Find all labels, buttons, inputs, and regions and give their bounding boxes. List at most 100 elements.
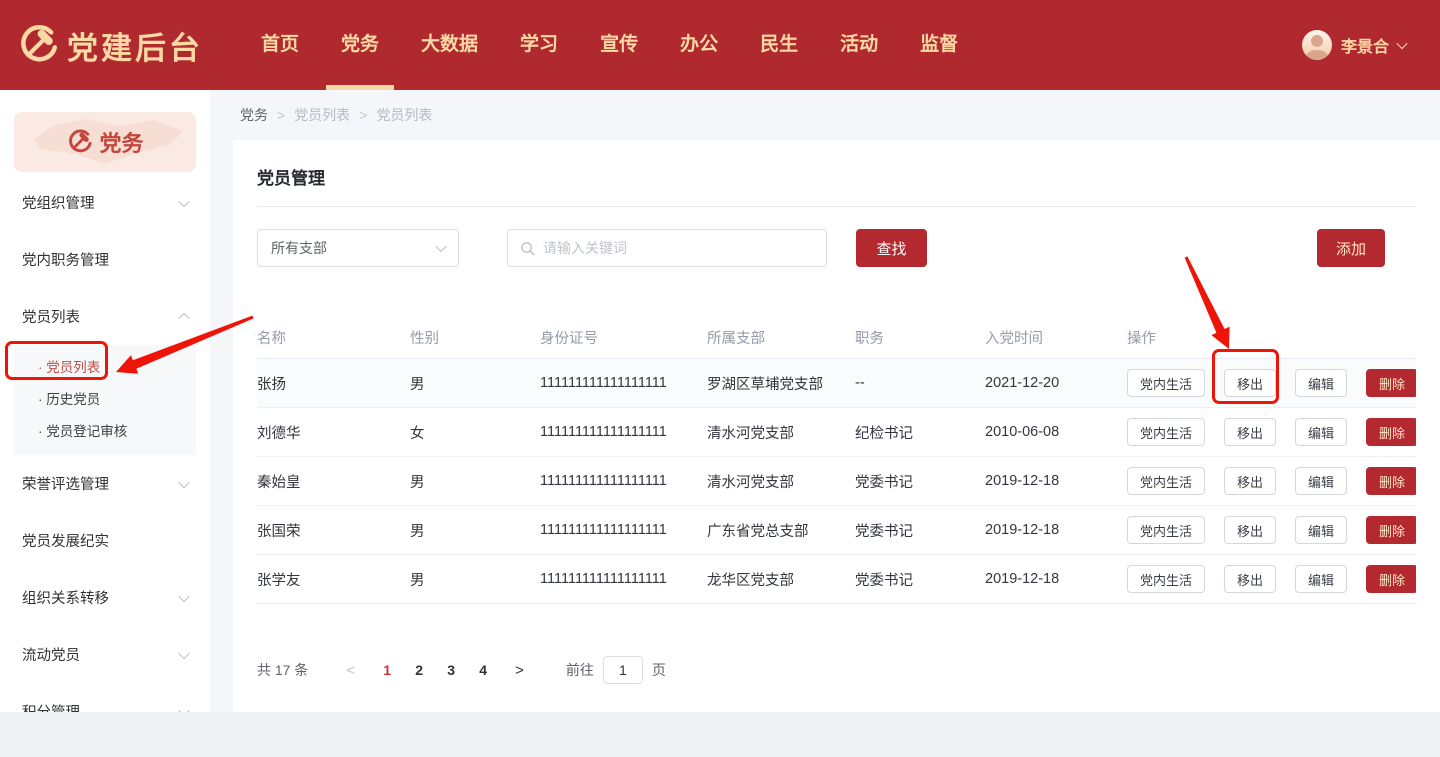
user-name: 李景合 [1341,33,1389,57]
page-numbers: 1234 [371,662,499,678]
table-row: 张学友男111111111111111111龙华区党支部党委书记2019-12-… [257,555,1416,604]
remove-button[interactable]: 移出 [1224,418,1276,446]
breadcrumb-item[interactable]: 党员列表 [376,105,432,125]
page-number-2[interactable]: 2 [403,662,435,678]
cell-actions: 党内生活移出编辑删除 [1127,418,1416,446]
party-life-button[interactable]: 党内生活 [1127,565,1205,593]
search-input[interactable] [543,240,814,256]
magnifier-icon [520,241,535,256]
remove-button[interactable]: 移出 [1224,565,1276,593]
cell-branch: 广东省党总支部 [707,520,855,541]
edit-button[interactable]: 编辑 [1295,369,1347,397]
edit-button[interactable]: 编辑 [1295,467,1347,495]
page-number-3[interactable]: 3 [435,662,467,678]
party-life-button[interactable]: 党内生活 [1127,467,1205,495]
sidebar-item-label: 党内职务管理 [22,249,109,270]
cell-gender: 男 [410,471,540,492]
party-life-button[interactable]: 党内生活 [1127,418,1205,446]
delete-button[interactable]: 删除 [1366,516,1416,544]
table-row: 张扬男111111111111111111罗湖区草埔党支部--2021-12-2… [257,359,1416,408]
chevron-down-icon [1396,38,1407,49]
sidebar-item[interactable]: 党组织管理 [0,174,210,231]
cell-branch: 龙华区党支部 [707,569,855,590]
party-life-button[interactable]: 党内生活 [1127,516,1205,544]
col-header-id-number: 身份证号 [540,327,707,348]
cell-position: 纪检书记 [855,422,985,443]
branch-select[interactable]: 所有支部 [257,229,459,267]
member-management-card: 党员管理 所有支部 查找 添加 名称 性别 身份证号 所属支部 职务 入党时间 … [233,140,1440,712]
delete-button[interactable]: 删除 [1366,565,1416,593]
sidebar-item[interactable]: 党内职务管理 [0,231,210,288]
cell-id-number: 111111111111111111 [540,473,707,489]
remove-button[interactable]: 移出 [1224,516,1276,544]
sidebar-menu: 党组织管理党内职务管理党员列表党员列表历史党员党员登记审核荣誉评选管理党员发展纪… [0,174,210,712]
remove-button[interactable]: 移出 [1224,369,1276,397]
table-body: 张扬男111111111111111111罗湖区草埔党支部--2021-12-2… [257,359,1416,604]
cell-actions: 党内生活移出编辑删除 [1127,369,1416,397]
cell-position: 党委书记 [855,471,985,492]
cell-id-number: 111111111111111111 [540,522,707,538]
breadcrumb-item[interactable]: 党员列表 [294,105,350,125]
sidebar-item-label: 荣誉评选管理 [22,473,109,494]
chevron-down-icon [178,647,189,658]
pagination: 共 17 条 < 1234 > 前往 页 [257,656,1416,684]
edit-button[interactable]: 编辑 [1295,565,1347,593]
prev-page-button[interactable]: < [346,662,355,679]
sidebar-item[interactable]: 积分管理 [0,683,210,712]
nav-item-办公[interactable]: 办公 [680,0,718,90]
sidebar-item[interactable]: 荣誉评选管理 [0,455,210,512]
nav-item-大数据[interactable]: 大数据 [421,0,478,90]
cell-join-date: 2021-12-20 [985,375,1127,391]
party-emblem-icon [16,24,58,66]
sidebar-item[interactable]: 组织关系转移 [0,569,210,626]
nav-item-宣传[interactable]: 宣传 [600,0,638,90]
goto-label: 前往 [566,660,594,680]
remove-button[interactable]: 移出 [1224,467,1276,495]
cell-name: 张扬 [257,373,410,394]
breadcrumb-item[interactable]: 党务 [240,105,268,125]
search-field [507,229,827,267]
nav-item-活动[interactable]: 活动 [840,0,878,90]
user-menu[interactable]: 李景合 [1302,0,1406,90]
delete-button[interactable]: 删除 [1366,467,1416,495]
delete-button[interactable]: 删除 [1366,418,1416,446]
nav-item-首页[interactable]: 首页 [261,0,299,90]
sidebar-subitem[interactable]: 党员登记审核 [14,416,196,448]
sidebar-submenu: 党员列表历史党员党员登记审核 [14,345,196,455]
chevron-down-icon [178,704,189,712]
sidebar-item[interactable]: 党员发展纪实 [0,512,210,569]
cell-join-date: 2019-12-18 [985,473,1127,489]
sidebar-item[interactable]: 流动党员 [0,626,210,683]
add-button[interactable]: 添加 [1317,229,1385,267]
nav-item-民生[interactable]: 民生 [760,0,798,90]
col-header-gender: 性别 [410,327,540,348]
nav-item-监督[interactable]: 监督 [920,0,958,90]
goto-page-input[interactable] [603,656,643,684]
next-page-button[interactable]: > [515,662,524,679]
cell-gender: 女 [410,422,540,443]
nav-item-学习[interactable]: 学习 [520,0,558,90]
col-header-join-date: 入党时间 [985,327,1127,348]
sidebar-item[interactable]: 党员列表 [0,288,210,345]
sidebar-subitem[interactable]: 历史党员 [14,384,196,416]
cell-gender: 男 [410,373,540,394]
search-button[interactable]: 查找 [856,229,927,267]
branch-select-value: 所有支部 [271,238,327,258]
cell-join-date: 2019-12-18 [985,522,1127,538]
sidebar: 党务 党组织管理党内职务管理党员列表党员列表历史党员党员登记审核荣誉评选管理党员… [0,90,210,712]
page-number-4[interactable]: 4 [467,662,499,678]
sidebar-section-title: 党务 [99,126,143,158]
edit-button[interactable]: 编辑 [1295,516,1347,544]
nav-item-党务[interactable]: 党务 [341,0,379,90]
total-count: 共 17 条 [257,660,308,680]
delete-button[interactable]: 删除 [1366,369,1416,397]
divider [257,206,1416,207]
sidebar-item-label: 积分管理 [22,701,80,712]
cell-branch: 罗湖区草埔党支部 [707,373,855,394]
col-header-name: 名称 [257,327,410,348]
edit-button[interactable]: 编辑 [1295,418,1347,446]
sidebar-subitem[interactable]: 党员列表 [14,352,196,384]
party-life-button[interactable]: 党内生活 [1127,369,1205,397]
cell-join-date: 2019-12-18 [985,571,1127,587]
page-number-1[interactable]: 1 [371,662,403,678]
